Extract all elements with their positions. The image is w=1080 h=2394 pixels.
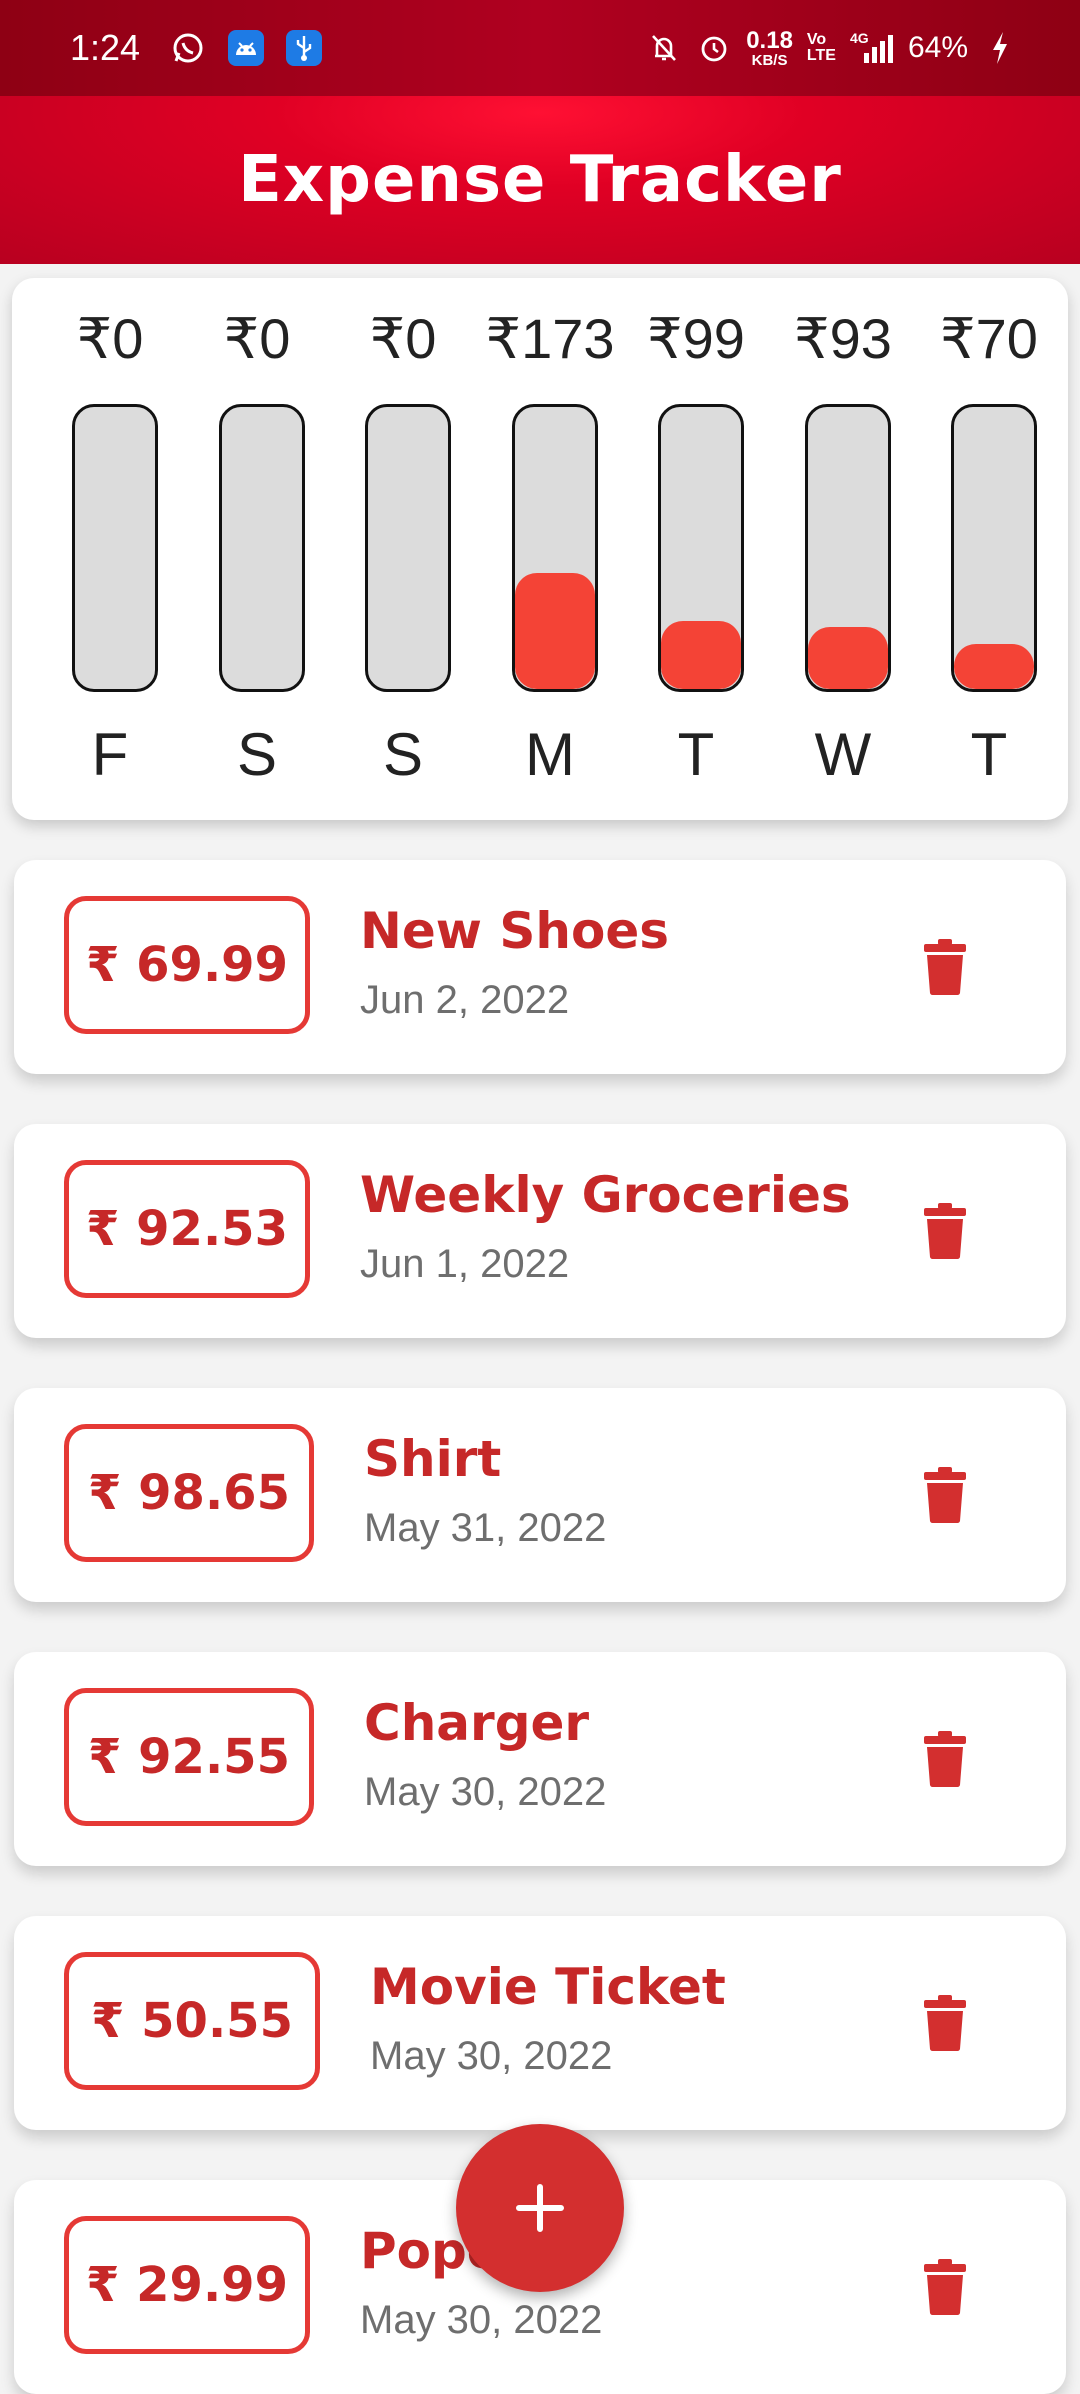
delete-button[interactable] — [910, 932, 980, 1002]
transaction-title: Movie Ticket — [370, 1958, 726, 2016]
chart-bar-track — [72, 404, 158, 692]
chart-day-label: T — [970, 721, 1008, 788]
chart-bar-track — [365, 404, 451, 692]
list-item[interactable]: ₹ 50.55 Movie Ticket May 30, 2022 — [14, 1916, 1066, 2130]
alarm-icon — [696, 30, 732, 66]
chart-day-column: ₹93 W — [783, 278, 903, 820]
chart-bar — [808, 626, 888, 689]
transaction-date: May 30, 2022 — [364, 1770, 607, 1814]
transaction-amount: ₹ 50.55 — [64, 1952, 320, 2090]
android-icon — [228, 30, 265, 66]
transaction-amount: ₹ 98.65 — [64, 1424, 314, 1562]
transaction-title: Weekly Groceries — [360, 1166, 851, 1224]
list-item[interactable]: ₹ 98.65 Shirt May 31, 2022 — [14, 1388, 1066, 1602]
list-item[interactable]: ₹ 92.55 Charger May 30, 2022 — [14, 1652, 1066, 1866]
battery-percentage: 64% — [907, 31, 968, 64]
plus-icon — [516, 2184, 564, 2232]
delete-button[interactable] — [910, 1460, 980, 1530]
chart-bar — [954, 643, 1034, 689]
chart-amount-label: ₹173 — [485, 307, 615, 370]
status-time: 1:24 — [70, 27, 141, 68]
transaction-amount: ₹ 92.53 — [64, 1160, 310, 1298]
chart-day-label: S — [236, 721, 278, 788]
delete-button[interactable] — [910, 1988, 980, 2058]
chart-bar-track — [805, 404, 891, 692]
chart-bar-track — [219, 404, 305, 692]
usb-icon — [286, 30, 323, 66]
transaction-title: New Shoes — [360, 902, 669, 960]
chart-amount-label: ₹0 — [76, 307, 144, 370]
list-item[interactable]: ₹ 92.53 Weekly Groceries Jun 1, 2022 — [14, 1124, 1066, 1338]
signal-icon: 4G — [850, 30, 894, 66]
delete-button[interactable] — [910, 1724, 980, 1794]
chart-day-column: ₹173 M — [485, 278, 614, 820]
chart-bar-track — [951, 404, 1037, 692]
transaction-date: May 30, 2022 — [360, 2298, 603, 2342]
chart-day-column: ₹99 T — [636, 278, 756, 820]
chart-day-label: W — [814, 721, 872, 788]
trash-icon — [924, 1203, 966, 1259]
chart-amount-label: ₹93 — [794, 307, 892, 370]
transaction-date: Jun 1, 2022 — [360, 1242, 570, 1286]
transaction-amount: ₹ 92.55 — [64, 1688, 314, 1826]
chart-day-column: ₹0 S — [343, 278, 463, 820]
app-bar: Expense Tracker — [0, 96, 1080, 264]
chart-amount-label: ₹99 — [647, 307, 745, 370]
chart-bar-track — [658, 404, 744, 692]
chart-amount-label: ₹0 — [223, 307, 291, 370]
transaction-amount: ₹ 69.99 — [64, 896, 310, 1034]
trash-icon — [924, 939, 966, 995]
chart-day-label: S — [382, 721, 424, 788]
delete-button[interactable] — [910, 1196, 980, 1266]
weekly-chart: ₹0 F ₹0 S ₹0 S ₹173 M ₹99 T ₹93 W ₹70 T — [12, 278, 1068, 820]
trash-icon — [924, 1731, 966, 1787]
trash-icon — [924, 1995, 966, 2051]
chart-bar-track — [512, 404, 598, 692]
chart-day-column: ₹0 F — [50, 278, 170, 820]
volte-indicator: Vo LTE — [806, 31, 836, 64]
chart-amount-label: ₹70 — [940, 307, 1038, 370]
mute-icon — [646, 30, 682, 66]
transaction-date: Jun 2, 2022 — [360, 978, 570, 1022]
charging-icon — [982, 30, 1018, 66]
page-title: Expense Tracker — [238, 143, 842, 217]
chart-day-column: ₹70 T — [929, 278, 1049, 820]
status-bar: 1:24 0.18 KB/S Vo LTE 4G 64% — [0, 0, 1080, 96]
transaction-amount: ₹ 29.99 — [64, 2216, 310, 2354]
delete-button[interactable] — [910, 2252, 980, 2322]
chart-day-column: ₹0 S — [197, 278, 317, 820]
trash-icon — [924, 1467, 966, 1523]
chart-day-label: T — [677, 721, 715, 788]
chart-bar — [661, 621, 741, 689]
trash-icon — [924, 2259, 966, 2315]
chart-bar — [515, 573, 595, 689]
chart-day-label: M — [525, 721, 575, 788]
add-expense-button[interactable] — [456, 2124, 624, 2292]
chart-day-label: F — [91, 721, 129, 788]
chart-amount-label: ₹0 — [369, 307, 437, 370]
net-speed: 0.18 KB/S — [746, 26, 793, 69]
list-item[interactable]: ₹ 69.99 New Shoes Jun 2, 2022 — [14, 860, 1066, 1074]
whatsapp-icon — [170, 30, 206, 66]
transaction-date: May 30, 2022 — [370, 2034, 613, 2078]
transaction-title: Shirt — [364, 1430, 502, 1488]
transaction-date: May 31, 2022 — [364, 1506, 607, 1550]
transaction-title: Charger — [364, 1694, 590, 1752]
